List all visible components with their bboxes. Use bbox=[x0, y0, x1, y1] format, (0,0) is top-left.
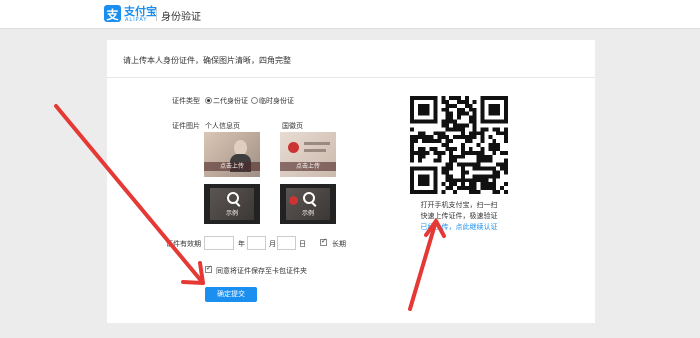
text-line bbox=[304, 142, 330, 145]
radio-temporary-id[interactable] bbox=[251, 97, 258, 104]
upload-back-label: 点击上传 bbox=[280, 162, 336, 171]
long-term-label: 长期 bbox=[332, 240, 346, 248]
radio-temporary-id-label[interactable]: 临时身份证 bbox=[259, 96, 294, 106]
sample-back-label: 示例 bbox=[301, 210, 314, 217]
qr-code bbox=[410, 96, 508, 194]
national-emblem-icon bbox=[289, 196, 298, 205]
front-side-label: 个人信息页 bbox=[205, 122, 240, 130]
year-input[interactable] bbox=[204, 236, 234, 250]
verification-card bbox=[107, 40, 595, 323]
upload-back-button[interactable]: 点击上传 bbox=[280, 132, 336, 177]
day-unit: 日 bbox=[299, 240, 306, 248]
radio-second-gen-id-label[interactable]: 二代身份证 bbox=[213, 96, 248, 106]
day-input[interactable] bbox=[277, 236, 296, 250]
upload-front-button[interactable]: 点击上传 bbox=[204, 132, 260, 177]
sample-front-button[interactable]: 示例 bbox=[204, 184, 260, 224]
header-divider bbox=[156, 7, 157, 21]
id-image-label: 证件图片 bbox=[172, 122, 200, 130]
national-emblem-icon bbox=[288, 142, 299, 153]
page-title: 身份验证 bbox=[161, 12, 201, 23]
card-divider bbox=[107, 77, 595, 78]
submit-button[interactable]: 确定提交 bbox=[205, 287, 257, 302]
long-term-checkbox[interactable] bbox=[320, 237, 327, 246]
month-input[interactable] bbox=[247, 236, 266, 250]
radio-second-gen-id[interactable] bbox=[205, 97, 212, 104]
year-unit: 年 bbox=[238, 240, 245, 248]
card-title: 请上传本人身份证件，确保图片清晰，四角完整 bbox=[123, 56, 291, 65]
qr-caption-line1: 打开手机支付宝，扫一扫 bbox=[420, 201, 498, 209]
continue-verification-link[interactable]: 已经上传，点此继续认证 bbox=[392, 222, 526, 232]
back-side-label: 国徽页 bbox=[282, 122, 303, 130]
top-bar: 支 支付宝 ALIPAY 身份验证 bbox=[0, 0, 700, 29]
validity-label: 证件有效期 bbox=[166, 240, 201, 248]
month-unit: 月 bbox=[269, 240, 276, 248]
sample-back-button[interactable]: 示例 bbox=[280, 184, 336, 224]
upload-front-label: 点击上传 bbox=[204, 162, 260, 171]
sample-front-label: 示例 bbox=[225, 210, 238, 217]
agree-label: 同意将证件保存至卡包证件夹 bbox=[216, 267, 307, 275]
text-line bbox=[304, 149, 326, 152]
qr-caption-line2: 快速上传证件，极速验证 bbox=[420, 212, 498, 220]
agree-checkbox[interactable] bbox=[205, 264, 212, 273]
id-type-label: 证件类型 bbox=[172, 97, 200, 105]
alipay-logo-icon: 支 bbox=[104, 5, 121, 22]
logo-subtext: ALIPAY bbox=[125, 17, 148, 23]
